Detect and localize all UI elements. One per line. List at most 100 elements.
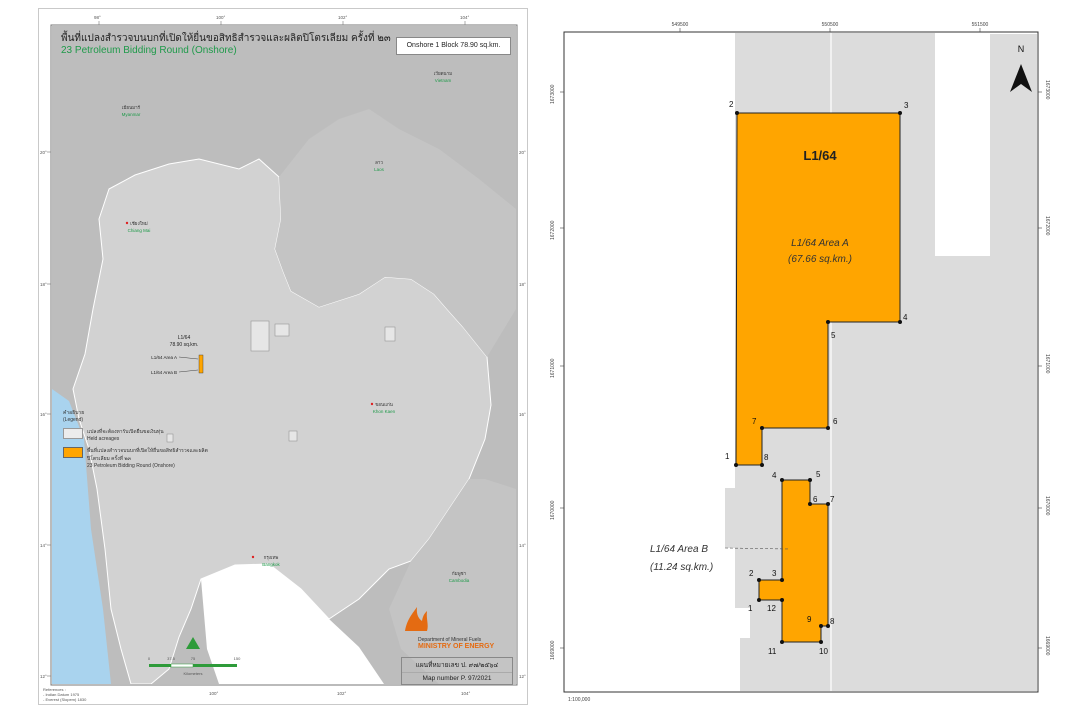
vertex-label: 6 bbox=[813, 495, 818, 504]
vertex-dot-icon bbox=[808, 502, 812, 506]
legend-row1-th: แปลงที่จะต้องหารับเปิดยืนขอเงินทุ่น bbox=[87, 429, 164, 435]
legend-swatch-bidding bbox=[63, 447, 83, 458]
map-number-box: แผนที่หมายเลข ป. ๙๗/๒๕๖๔ Map number P. 9… bbox=[401, 657, 513, 685]
vertex-label: 7 bbox=[752, 417, 757, 426]
place-label-en: Vietnam bbox=[435, 78, 452, 83]
top-coord-label: 551500 bbox=[972, 22, 989, 28]
vertex-dot-icon bbox=[826, 320, 830, 324]
right-tick-label: 14° bbox=[519, 543, 526, 548]
map-number-en: Map number P. 97/2021 bbox=[402, 672, 512, 684]
legend-title-en: (Legend) bbox=[63, 417, 84, 423]
legend-swatch-held bbox=[63, 428, 83, 439]
city-dot-icon bbox=[125, 221, 129, 225]
right-coord-label: 1670000 bbox=[1044, 496, 1050, 516]
place-label-en: Bangkok bbox=[262, 562, 280, 567]
vertex-dot-icon bbox=[757, 598, 761, 602]
vertex-label: 1 bbox=[725, 452, 730, 461]
place-label-en: Laos bbox=[374, 167, 385, 172]
reference-line: - Everest (Slopem) 1830 bbox=[43, 697, 87, 702]
right-tick-label: 12° bbox=[519, 674, 526, 679]
doe-credit: Department of Mineral Fuels MINISTRY OF … bbox=[396, 637, 510, 650]
held-acreage bbox=[274, 323, 290, 337]
left-coord-label: 1671000 bbox=[550, 358, 556, 378]
block-label: L1/64 bbox=[803, 148, 837, 163]
left-tick-label: 12° bbox=[40, 674, 47, 679]
callout-block-area: 78.90 sq.km. bbox=[170, 342, 199, 348]
held-acreage bbox=[384, 326, 396, 342]
left-tick-label: 20° bbox=[40, 150, 47, 155]
vertex-label: 2 bbox=[729, 100, 734, 109]
vertex-dot-icon bbox=[760, 463, 764, 467]
area-b-size: (11.24 sq.km.) bbox=[650, 562, 713, 573]
map-title-thai: พื้นที่แปลงสำรวจบนบกที่เปิดให้ยื่นขอสิทธ… bbox=[61, 33, 391, 44]
scale-label: 150 bbox=[234, 656, 241, 661]
top-tick-label: 102° bbox=[338, 15, 348, 20]
vertex-dot-icon bbox=[735, 111, 739, 115]
vertex-label: 4 bbox=[772, 471, 777, 480]
vertex-label: 6 bbox=[833, 417, 838, 426]
vertex-label: 3 bbox=[772, 569, 777, 578]
vertex-label: 8 bbox=[764, 453, 769, 462]
vertex-label: 11 bbox=[768, 647, 777, 656]
doe-line2: MINISTRY OF ENERGY bbox=[418, 643, 495, 650]
left-tick-label: 18° bbox=[40, 282, 47, 287]
vertex-dot-icon bbox=[826, 426, 830, 430]
vertex-label: 7 bbox=[830, 495, 835, 504]
top-coord-label: 549500 bbox=[672, 22, 689, 28]
vertex-dot-icon bbox=[780, 598, 784, 602]
vertex-label: 10 bbox=[819, 647, 828, 656]
held-acreage bbox=[288, 430, 298, 442]
vertex-dot-icon bbox=[734, 463, 738, 467]
held-acreage bbox=[250, 320, 270, 352]
vertex-dot-icon bbox=[898, 111, 902, 115]
vertex-label: 9 bbox=[807, 615, 812, 624]
place-label-en: Cambodia bbox=[449, 578, 470, 583]
legend-title-th: คำอธิบาย bbox=[63, 410, 85, 416]
vertex-dot-icon bbox=[819, 640, 823, 644]
vertex-dot-icon bbox=[808, 478, 812, 482]
map-number-th: แผนที่หมายเลข ป. ๙๗/๒๕๖๔ bbox=[415, 662, 499, 669]
north-label: N bbox=[1018, 44, 1025, 54]
vertex-label: 2 bbox=[749, 569, 754, 578]
top-tick-label: 100° bbox=[216, 15, 226, 20]
top-coord-label: 550500 bbox=[822, 22, 839, 28]
vertex-dot-icon bbox=[760, 426, 764, 430]
city-dot-icon bbox=[251, 555, 255, 559]
place-label-th: เชียงใหม่ bbox=[130, 221, 148, 226]
bottom-tick-label: 104° bbox=[461, 691, 471, 696]
vertex-dot-icon bbox=[898, 320, 902, 324]
vertex-dot-icon bbox=[757, 578, 761, 582]
area-a-size: (67.66 sq.km.) bbox=[788, 254, 852, 265]
city-dot-icon bbox=[370, 402, 374, 406]
scale-unit: Kilometers bbox=[184, 671, 203, 676]
right-coord-label: 1673000 bbox=[1044, 80, 1050, 100]
vertex-label: 8 bbox=[830, 617, 835, 626]
map-scale: 1:100,000 bbox=[568, 697, 590, 703]
place-label-th: ขอนแก่น bbox=[375, 402, 393, 407]
bottom-tick-label: 102° bbox=[337, 691, 347, 696]
left-tick-label: 16° bbox=[40, 412, 47, 417]
callout-block-name: L1/64 bbox=[178, 335, 191, 341]
place-label-th: เมียนมาร์ bbox=[122, 104, 141, 110]
place-label-th: เวียดนาม bbox=[434, 71, 452, 76]
vertex-label: 1 bbox=[748, 604, 753, 613]
vertex-dot-icon bbox=[780, 478, 784, 482]
right-coord-label: 1672000 bbox=[1044, 216, 1050, 236]
right-coord-label: 1671000 bbox=[1044, 354, 1050, 374]
vertex-label: 12 bbox=[767, 604, 776, 613]
vertex-dot-icon bbox=[819, 624, 823, 628]
overview-map: 98° 100° 102° 104° 100° 102° 104° 20° 18… bbox=[40, 15, 526, 696]
map-title-english: 23 Petroleum Bidding Round (Onshore) bbox=[61, 45, 237, 56]
legend-row-held: แปลงที่จะต้องหารับเปิดยืนขอเงินทุ่น Held… bbox=[63, 428, 223, 442]
left-coord-label: 1669000 bbox=[550, 640, 556, 660]
legend-row2-th: พื้นที่แปลงสำรวจบนบกที่เปิดให้ยื่นขอสิทธ… bbox=[87, 448, 208, 462]
area-summary-box: Onshore 1 Block 78.90 sq.km. bbox=[396, 37, 511, 55]
right-tick-label: 20° bbox=[519, 150, 526, 155]
vertex-dot-icon bbox=[780, 578, 784, 582]
references: References : - Indian Datum 1975 - Evere… bbox=[43, 687, 86, 702]
place-label-en: Chiang Mai bbox=[128, 228, 151, 233]
legend-row1-en: Held acreages bbox=[87, 436, 120, 442]
vertex-label: 5 bbox=[831, 331, 836, 340]
vertex-label: 3 bbox=[904, 101, 909, 110]
block-detail-map: 1 2 3 4 5 6 7 8 1 2 3 4 5 6 7 8 9 10 11 … bbox=[550, 22, 1050, 703]
